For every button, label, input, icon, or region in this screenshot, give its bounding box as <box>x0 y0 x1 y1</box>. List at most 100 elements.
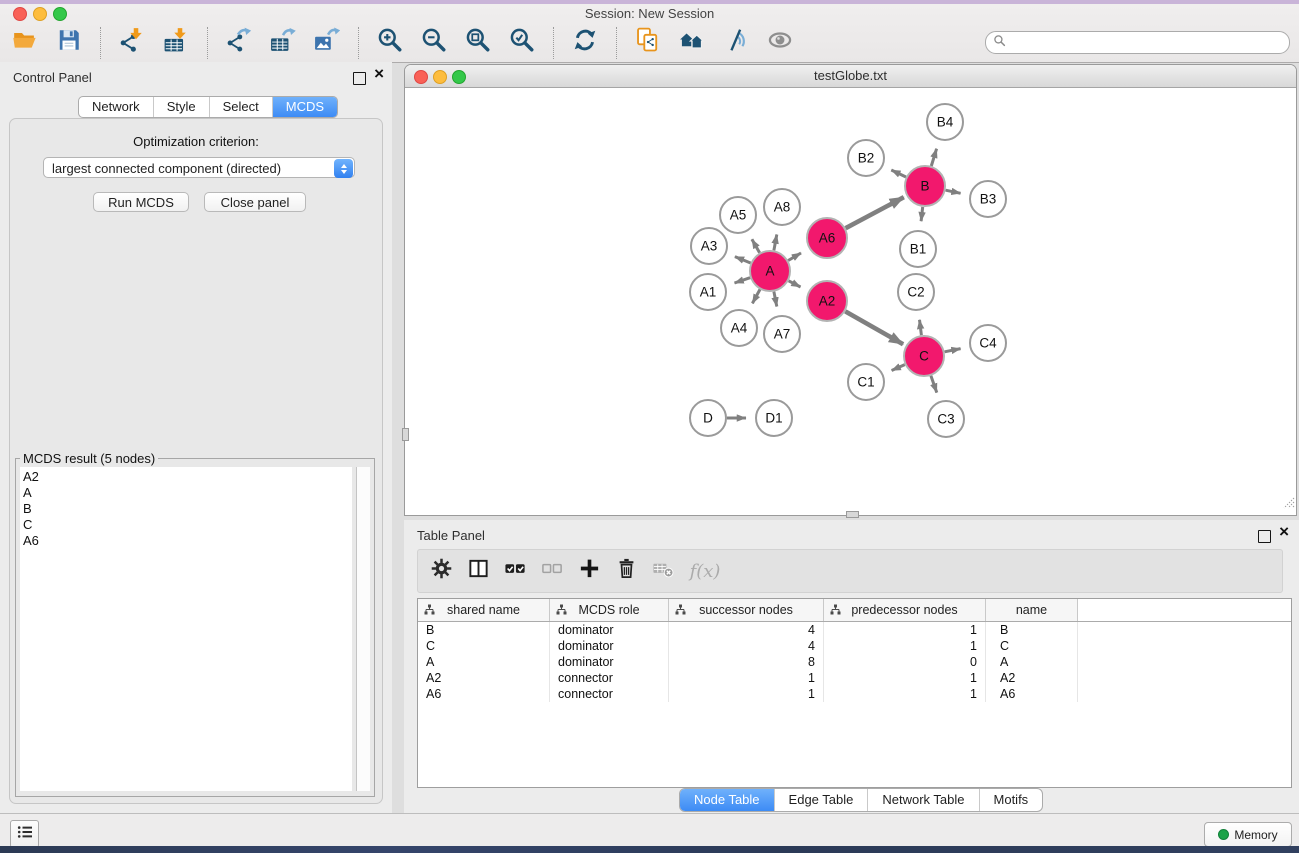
table-row[interactable]: A6connector11A6 <box>418 686 1291 702</box>
edge-A-A2[interactable] <box>789 281 801 287</box>
float-panel-icon[interactable] <box>353 72 366 85</box>
mcds-result-item[interactable]: A2 <box>20 469 352 485</box>
table-row[interactable]: A2connector11A2 <box>418 670 1291 686</box>
table-cell[interactable]: B <box>418 622 550 638</box>
table-cell[interactable]: connector <box>550 686 669 702</box>
bottom-edge-handle[interactable] <box>846 511 859 518</box>
table-row[interactable]: Cdominator41C <box>418 638 1291 654</box>
table-cell[interactable]: A <box>986 654 1078 670</box>
tab-network-table[interactable]: Network Table <box>867 789 978 811</box>
table-cell[interactable]: A2 <box>418 670 550 686</box>
table-cell[interactable]: A6 <box>418 686 550 702</box>
table-cell[interactable]: B <box>986 622 1078 638</box>
close-table-panel-icon[interactable]: × <box>1279 523 1289 540</box>
network-graph[interactable]: B4B2BB3A8A5A6A3B1AA1C2A2A4A7C4CC1C3DD1 <box>405 88 1296 516</box>
export-network-button[interactable] <box>217 25 261 61</box>
export-table-button[interactable] <box>261 25 305 61</box>
table-cell[interactable]: 1 <box>824 638 986 654</box>
memory-button[interactable]: Memory <box>1204 822 1292 847</box>
show-panels-button[interactable] <box>10 820 39 848</box>
edge-A2-C[interactable] <box>845 311 903 344</box>
table-cell[interactable]: C <box>418 638 550 654</box>
column-header-MCDS-role[interactable]: MCDS role <box>550 599 669 621</box>
delete-column-button[interactable] <box>611 556 641 586</box>
unselect-all-columns-button[interactable] <box>537 556 567 586</box>
select-all-columns-button[interactable] <box>500 556 530 586</box>
tab-network[interactable]: Network <box>79 97 153 117</box>
edge-A-A8[interactable] <box>774 235 777 251</box>
edge-A-A3[interactable] <box>735 257 751 263</box>
resize-grip-icon[interactable] <box>1281 495 1295 514</box>
zoom-in-button[interactable] <box>368 25 412 61</box>
edge-B-B3[interactable] <box>946 190 961 193</box>
edge-B-B4[interactable] <box>931 149 936 166</box>
graph-node-A5[interactable]: A5 <box>720 197 756 233</box>
search-input[interactable] <box>1010 34 1289 52</box>
table-cell[interactable]: 8 <box>669 654 824 670</box>
table-settings-button[interactable] <box>426 556 456 586</box>
zoom-fit-button[interactable] <box>456 25 500 61</box>
tab-edge-table[interactable]: Edge Table <box>774 789 868 811</box>
show-details-button[interactable] <box>758 25 802 61</box>
graph-node-A4[interactable]: A4 <box>721 310 757 346</box>
edge-A-A4[interactable] <box>752 289 760 303</box>
table-cell[interactable]: 1 <box>824 622 986 638</box>
mcds-result-list[interactable]: A2ABCA6 <box>20 467 352 791</box>
mcds-list-scrollbar[interactable] <box>356 467 370 791</box>
edge-A-A1[interactable] <box>735 278 751 283</box>
table-cell[interactable]: 0 <box>824 654 986 670</box>
table-cell[interactable]: dominator <box>550 622 669 638</box>
zoom-selected-button[interactable] <box>500 25 544 61</box>
mcds-result-item[interactable]: A6 <box>20 533 352 549</box>
graph-node-D1[interactable]: D1 <box>756 400 792 436</box>
table-cell[interactable]: A2 <box>986 670 1078 686</box>
edge-C-C1[interactable] <box>892 365 905 371</box>
edge-A-A5[interactable] <box>752 239 760 253</box>
table-row[interactable]: Adominator80A <box>418 654 1291 670</box>
graph-node-B4[interactable]: B4 <box>927 104 963 140</box>
close-panel-icon[interactable]: × <box>374 65 384 82</box>
graph-node-A2[interactable]: A2 <box>807 281 847 321</box>
tab-select[interactable]: Select <box>209 97 272 117</box>
graph-node-B3[interactable]: B3 <box>970 181 1006 217</box>
hide-details-button[interactable] <box>714 25 758 61</box>
home-button[interactable] <box>670 25 714 61</box>
table-cell[interactable]: 1 <box>824 686 986 702</box>
zoom-out-button[interactable] <box>412 25 456 61</box>
table-cell[interactable]: 1 <box>824 670 986 686</box>
tab-mcds[interactable]: MCDS <box>272 97 337 117</box>
graph-node-A7[interactable]: A7 <box>764 316 800 352</box>
mcds-result-item[interactable]: B <box>20 501 352 517</box>
mcds-result-item[interactable]: C <box>20 517 352 533</box>
table-cell[interactable]: dominator <box>550 638 669 654</box>
save-session-button[interactable] <box>47 25 91 61</box>
graph-node-D[interactable]: D <box>690 400 726 436</box>
table-cell[interactable]: 1 <box>669 670 824 686</box>
export-image-button[interactable] <box>305 25 349 61</box>
edge-A-A7[interactable] <box>774 292 777 307</box>
graph-node-A8[interactable]: A8 <box>764 189 800 225</box>
mcds-result-item[interactable]: A <box>20 485 352 501</box>
clone-network-button[interactable] <box>626 25 670 61</box>
graph-node-C4[interactable]: C4 <box>970 325 1006 361</box>
graph-node-B2[interactable]: B2 <box>848 140 884 176</box>
tab-node-table[interactable]: Node Table <box>680 789 774 811</box>
edge-C-C4[interactable] <box>945 349 961 352</box>
table-cell[interactable]: A <box>418 654 550 670</box>
graph-node-A1[interactable]: A1 <box>690 274 726 310</box>
table-cell[interactable]: dominator <box>550 654 669 670</box>
edge-C-C2[interactable] <box>920 320 922 335</box>
table-cell[interactable]: C <box>986 638 1078 654</box>
graph-node-C2[interactable]: C2 <box>898 274 934 310</box>
open-session-button[interactable] <box>3 25 47 61</box>
add-column-button[interactable] <box>574 556 604 586</box>
graph-node-A6[interactable]: A6 <box>807 218 847 258</box>
table-row[interactable]: Bdominator41B <box>418 622 1291 638</box>
graph-node-A[interactable]: A <box>750 251 790 291</box>
left-edge-handle[interactable] <box>402 428 409 441</box>
column-header-successor-nodes[interactable]: successor nodes <box>669 599 824 621</box>
graph-node-C[interactable]: C <box>904 336 944 376</box>
tab-motifs[interactable]: Motifs <box>979 789 1043 811</box>
tab-style[interactable]: Style <box>153 97 209 117</box>
close-panel-button[interactable]: Close panel <box>204 192 306 212</box>
